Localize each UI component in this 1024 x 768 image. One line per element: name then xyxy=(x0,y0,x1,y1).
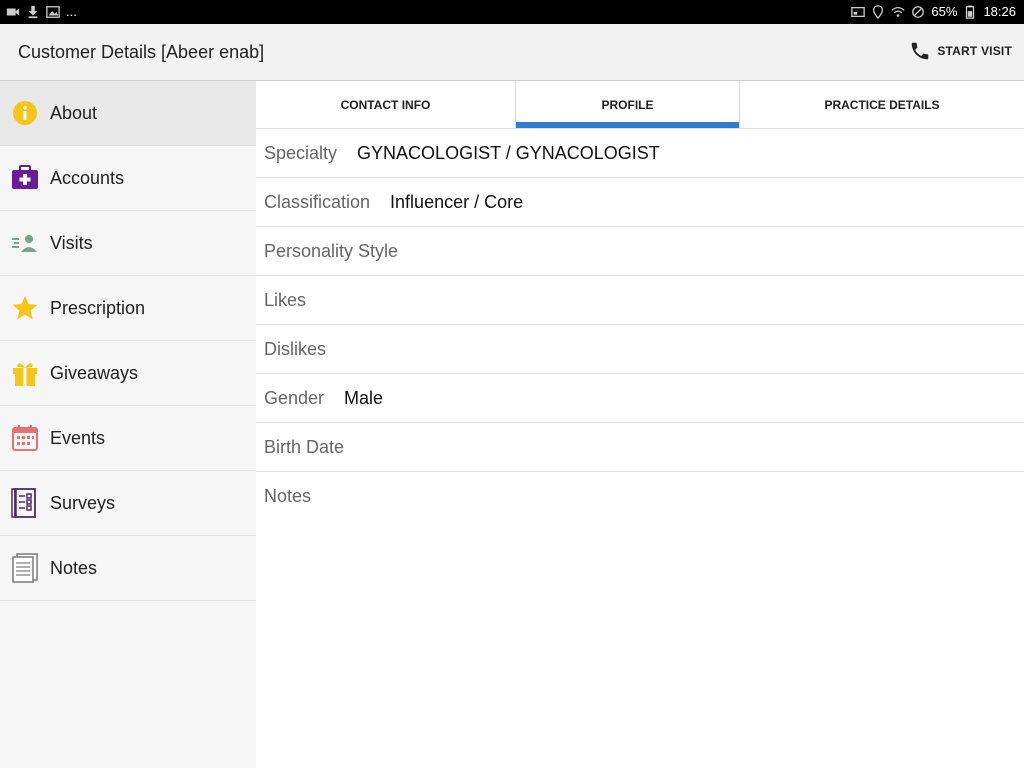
profile-row-dislikes: Dislikes xyxy=(256,325,1024,374)
sidebar-item-surveys[interactable]: Surveys xyxy=(0,471,256,536)
video-icon xyxy=(6,8,20,15)
profile-row-personality-style: Personality Style xyxy=(256,227,1024,276)
star-icon xyxy=(0,294,50,322)
profile-row-likes: Likes xyxy=(256,276,1024,325)
profile-list: Specialty GYNACOLOGIST / GYNACOLOGIST Cl… xyxy=(256,129,1024,521)
tab-bar: CONTACT INFO PROFILE PRACTICE DETAILS xyxy=(256,81,1024,129)
cast-icon xyxy=(851,6,866,17)
profile-row-birth-date: Birth Date xyxy=(256,423,1024,472)
tab-contact-info[interactable]: CONTACT INFO xyxy=(256,81,515,128)
sidebar-item-visits[interactable]: Visits xyxy=(0,211,256,276)
app-bar: Customer Details [Abeer enab] START VISI… xyxy=(0,24,1024,81)
profile-row-specialty: Specialty GYNACOLOGIST / GYNACOLOGIST xyxy=(256,129,1024,178)
status-bar: ... 65% 18:26 xyxy=(0,0,1024,24)
battery-percent: 65% xyxy=(931,4,958,19)
start-visit-button[interactable]: START VISIT xyxy=(909,40,1012,62)
field-label: Birth Date xyxy=(264,436,345,457)
start-visit-label: START VISIT xyxy=(937,44,1012,58)
sidebar: About Accounts Visits Prescription Givea… xyxy=(0,81,256,768)
survey-icon xyxy=(0,488,50,518)
sidebar-item-events[interactable]: Events xyxy=(0,406,256,471)
sidebar-item-label: Giveaways xyxy=(50,362,139,383)
field-value: Influencer / Core xyxy=(390,191,524,212)
sidebar-item-accounts[interactable]: Accounts xyxy=(0,146,256,211)
page-title: Customer Details [Abeer enab] xyxy=(18,42,265,62)
medical-bag-icon xyxy=(0,165,50,191)
image-icon xyxy=(46,5,60,18)
field-value: Male xyxy=(344,387,384,408)
phone-icon xyxy=(912,42,929,60)
profile-row-classification: Classification Influencer / Core xyxy=(256,178,1024,227)
battery-icon xyxy=(966,4,975,19)
status-left: ... xyxy=(6,4,77,19)
field-label: Dislikes xyxy=(264,338,327,359)
field-label: Likes xyxy=(264,289,307,310)
sidebar-item-label: Accounts xyxy=(50,167,125,188)
tab-profile[interactable]: PROFILE xyxy=(515,81,740,128)
status-time: 18:26 xyxy=(983,4,1016,19)
download-icon xyxy=(28,5,38,18)
info-icon xyxy=(0,100,50,126)
sidebar-item-notes[interactable]: Notes xyxy=(0,536,256,601)
sidebar-item-prescription[interactable]: Prescription xyxy=(0,276,256,341)
field-label: Personality Style xyxy=(264,240,399,261)
main-content: CONTACT INFO PROFILE PRACTICE DETAILS Sp… xyxy=(256,81,1024,768)
sidebar-item-label: Notes xyxy=(50,557,98,578)
field-label: Gender xyxy=(264,387,325,408)
gift-icon xyxy=(0,359,50,387)
calendar-icon xyxy=(0,424,50,452)
visits-icon xyxy=(0,232,50,254)
sidebar-item-label: Surveys xyxy=(50,492,116,513)
field-label: Notes xyxy=(264,486,312,506)
profile-row-gender: Gender Male xyxy=(256,374,1024,423)
sidebar-item-about[interactable]: About xyxy=(0,81,256,146)
sidebar-item-label: Prescription xyxy=(50,297,146,318)
field-value: GYNACOLOGIST / GYNACOLOGIST xyxy=(357,142,660,163)
profile-row-notes: Notes xyxy=(256,472,1024,521)
wifi-icon xyxy=(891,6,905,17)
field-label: Specialty xyxy=(264,142,338,163)
notes-icon xyxy=(0,553,50,583)
tab-practice-details[interactable]: PRACTICE DETAILS xyxy=(740,81,1024,128)
location-icon xyxy=(873,4,884,19)
sidebar-item-label: Events xyxy=(50,427,106,448)
status-ellipsis: ... xyxy=(66,4,77,19)
sidebar-item-label: About xyxy=(50,102,98,123)
status-right: 65% 18:26 xyxy=(851,4,1016,19)
sidebar-item-label: Visits xyxy=(50,232,93,253)
sidebar-item-giveaways[interactable]: Giveaways xyxy=(0,341,256,406)
do-not-disturb-icon xyxy=(912,5,925,18)
field-label: Classification xyxy=(264,191,371,212)
